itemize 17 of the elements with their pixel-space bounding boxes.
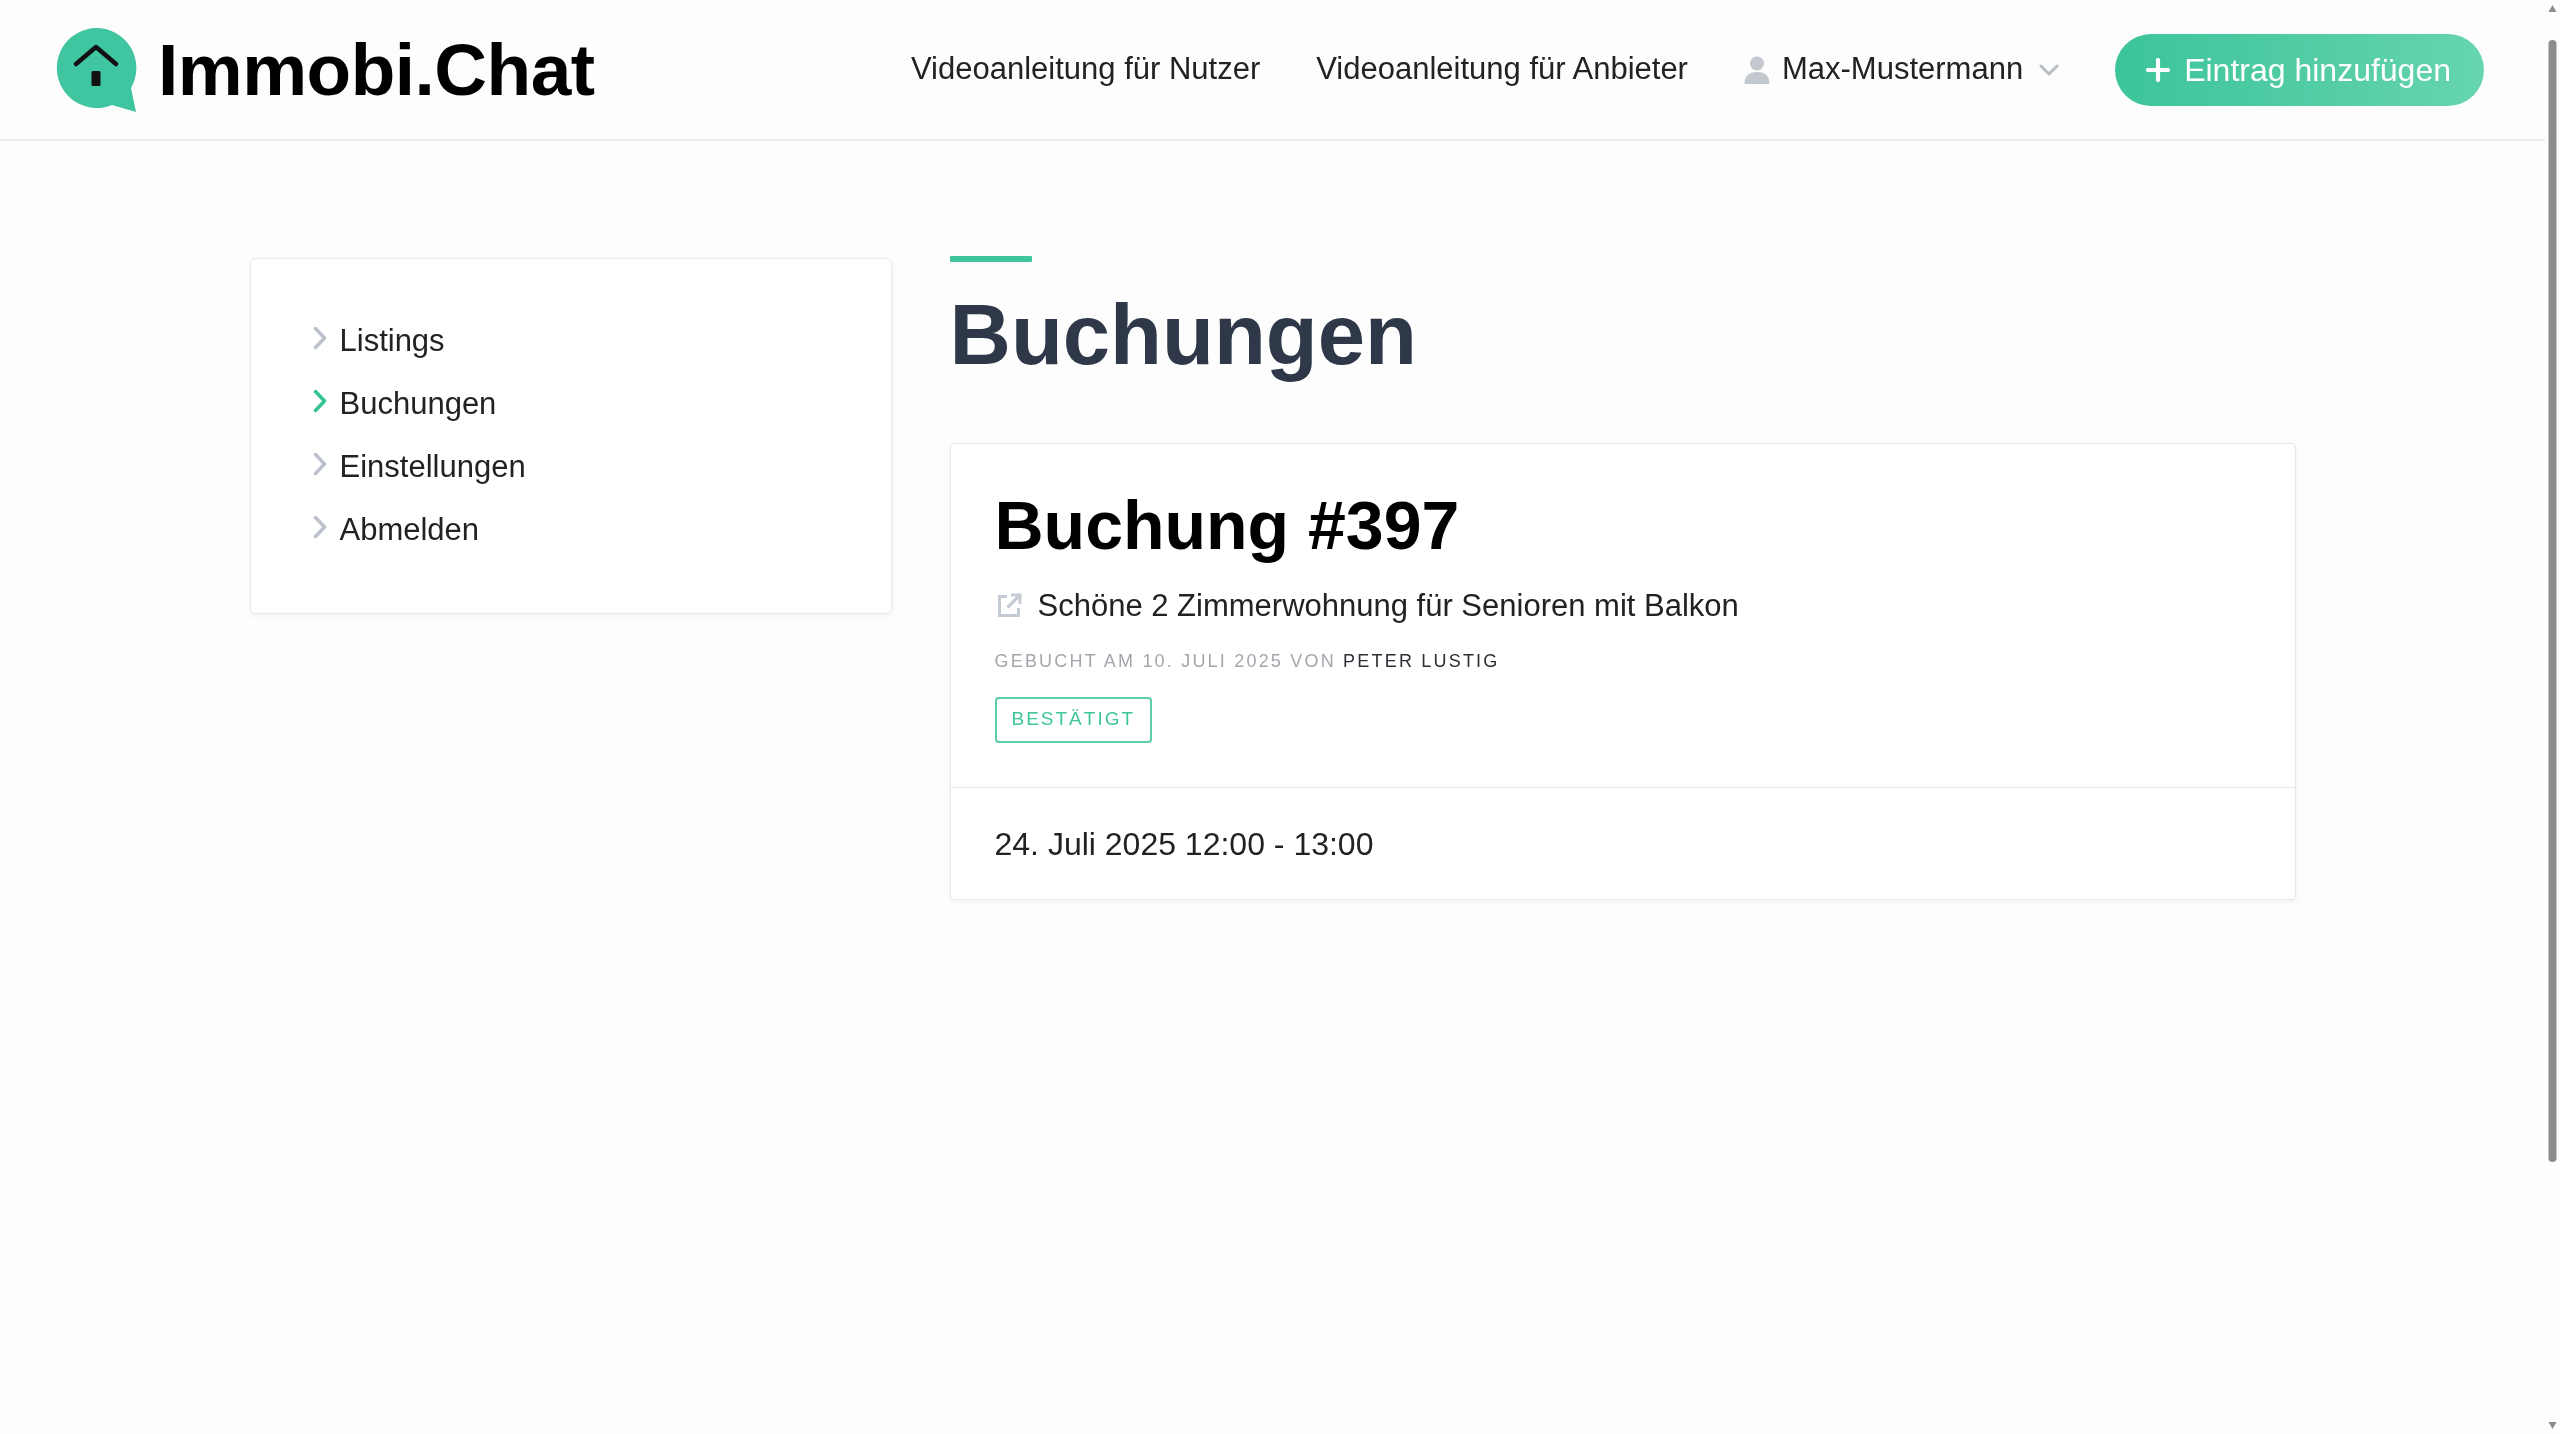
user-icon: [1743, 55, 1770, 84]
caret-icon: [2039, 63, 2060, 76]
listing-link[interactable]: Schöne 2 Zimmerwohnung für Senioren mit Balkon: [994, 585, 1739, 626]
page-title: Buchungen: [949, 286, 1417, 384]
user-menu-button[interactable]: Max-Mustermann: [1743, 46, 2060, 93]
nav-link[interactable]: Videoanleitung für Anbieter: [1316, 46, 1688, 93]
booking-meta-text: GEBUCHT AM 10. JULI 2025 VON PETER LUSTIG: [994, 649, 1500, 673]
plus-icon: [2146, 57, 2171, 82]
time-slot-text: 24. Juli 2025 12:00 - 13:00: [994, 824, 1374, 864]
sidebar-item[interactable]: Abmelden: [312, 499, 480, 562]
sidebar-item[interactable]: Buchungen: [312, 373, 497, 436]
logo-text[interactable]: Immobi.Chat: [158, 33, 595, 106]
sidebar-item[interactable]: Listings: [312, 310, 445, 373]
nav-link[interactable]: Videoanleitung für Nutzer: [910, 46, 1261, 93]
booking-title: Buchung #397: [994, 486, 1460, 565]
sidebar-item[interactable]: Einstellungen: [312, 436, 526, 499]
status-tag: BESTÄTIGT: [994, 696, 1153, 743]
